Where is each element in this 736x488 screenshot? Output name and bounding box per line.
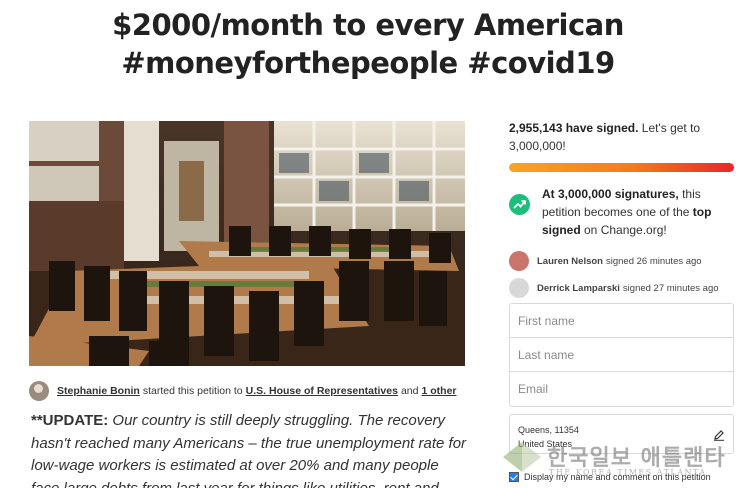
location-field[interactable]: Queens, 11354 United States [509, 414, 734, 454]
starter-name-link[interactable]: Stephanie Bonin [57, 385, 140, 397]
milestone-bold: At 3,000,000 signatures, [542, 187, 679, 201]
signature-panel: 2,955,143 have signed. Let's get to 3,00… [509, 119, 734, 298]
milestone-text-2: on Change.org! [580, 223, 667, 237]
petition-image [29, 121, 465, 366]
petition-title: $2000/month to every American #moneyfort… [0, 6, 736, 82]
last-name-field[interactable] [518, 347, 718, 362]
target-link[interactable]: U.S. House of Representatives [246, 385, 398, 397]
starter-text: started this petition to [142, 385, 243, 397]
signed-count: 2,955,143 have signed. [509, 121, 639, 135]
display-name-option: Display my name and comment on this peti… [509, 472, 711, 482]
and-text: and [400, 385, 419, 397]
avatar [509, 251, 529, 271]
signer-time: signed 27 minutes ago [622, 282, 719, 294]
other-target-link[interactable]: 1 other [421, 385, 456, 397]
sign-form [509, 303, 734, 407]
pencil-icon[interactable] [713, 429, 725, 441]
petition-body: **UPDATE: Our country is still deeply st… [31, 410, 471, 488]
petition-title-line1: $2000/month to every American [112, 8, 624, 42]
update-lead: **UPDATE: [31, 412, 109, 429]
petition-title-line2: #moneyforthepeople #covid19 [121, 46, 615, 80]
recent-signer: Lauren Nelson signed 26 minutes ago [509, 251, 734, 271]
petition-starter: Stephanie Bonin started this petition to… [29, 380, 469, 402]
first-name-field[interactable] [518, 313, 718, 328]
avatar [509, 278, 529, 298]
email-row [510, 372, 733, 406]
signer-name: Lauren Nelson [537, 255, 603, 267]
signature-progress-bar [509, 163, 734, 172]
email-field[interactable] [518, 382, 718, 396]
first-name-row [510, 304, 733, 338]
signer-name: Derrick Lamparski [537, 282, 620, 294]
location-line2: United States [518, 439, 573, 449]
milestone-text: At 3,000,000 signatures, this petition b… [542, 185, 734, 239]
signer-time: signed 26 minutes ago [606, 255, 702, 267]
last-name-row [510, 338, 733, 372]
starter-avatar [29, 381, 49, 401]
milestone: At 3,000,000 signatures, this petition b… [509, 185, 734, 239]
signature-count: 2,955,143 have signed. Let's get to 3,00… [509, 119, 734, 155]
trending-up-icon [509, 194, 530, 215]
location-line1: Queens, 11354 [518, 425, 579, 435]
display-name-label: Display my name and comment on this peti… [524, 472, 711, 482]
display-name-checkbox[interactable] [509, 472, 519, 482]
recent-signer: Derrick Lamparski signed 27 minutes ago [509, 278, 734, 298]
